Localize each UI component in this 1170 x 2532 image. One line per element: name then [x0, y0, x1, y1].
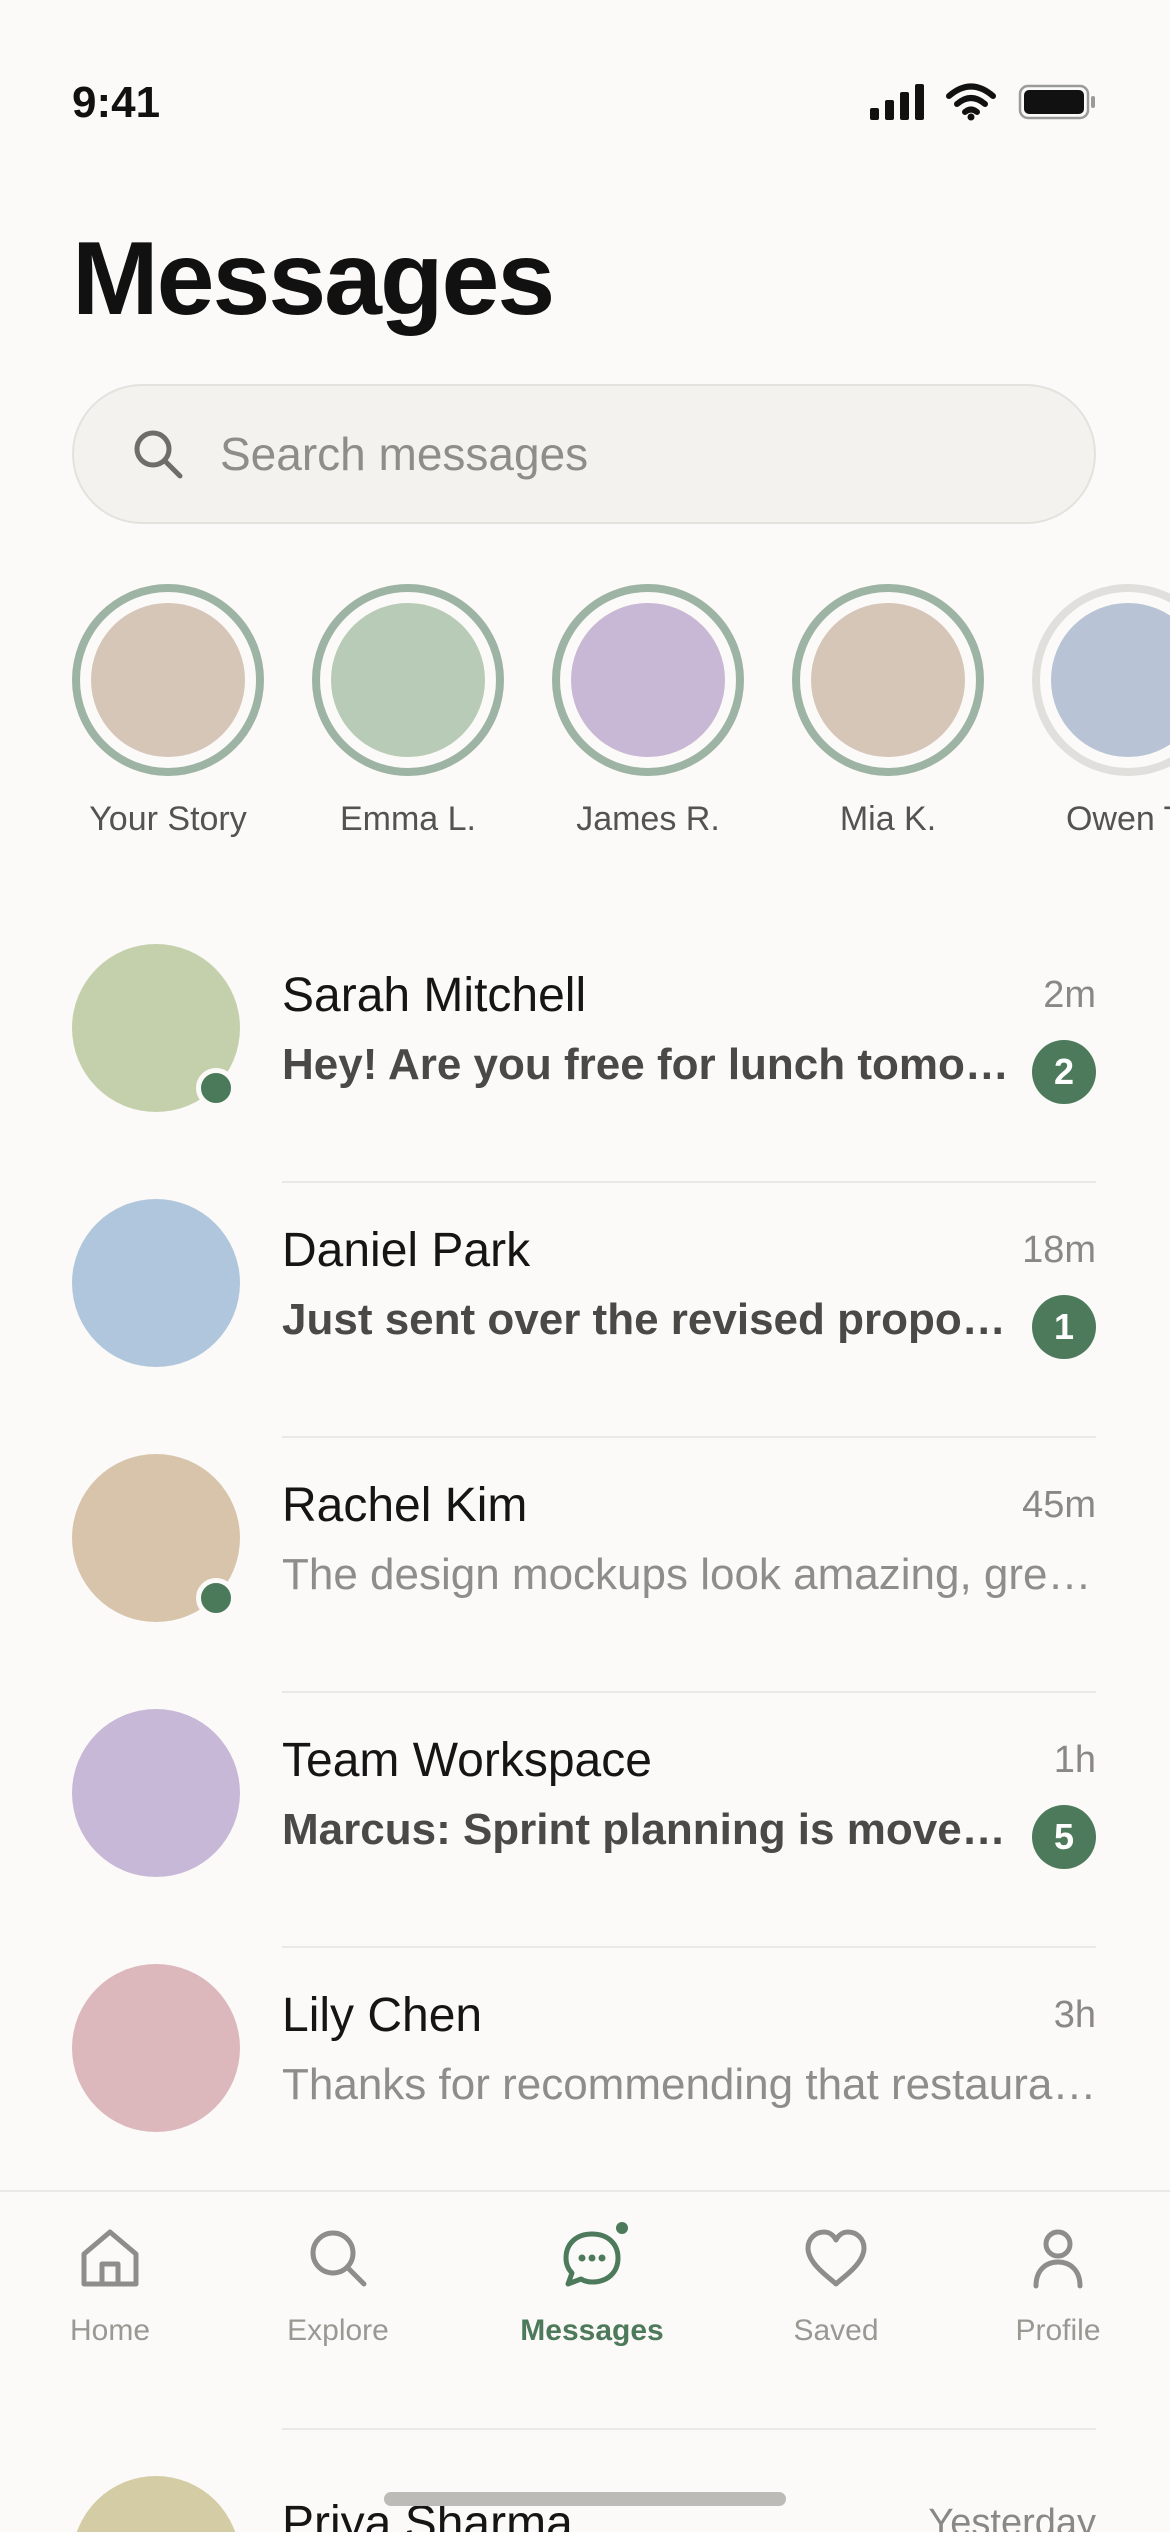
message-time: 45m — [1022, 1484, 1096, 1526]
tab-messages[interactable]: Messages — [492, 2222, 692, 2348]
message-preview: Marcus: Sprint planning is moved to Thur… — [282, 1805, 1022, 1854]
message-time: 1h — [1053, 1739, 1096, 1781]
search-icon — [310, 2230, 367, 2287]
message-preview: Hey! Are you free for lunch tomorrow? — [282, 1040, 1022, 1089]
person-icon — [1033, 2229, 1083, 2289]
wifi-icon — [946, 83, 996, 121]
conversation-row[interactable]: Team Workspace 1h Marcus: Sprint planning … — [0, 1693, 1170, 1948]
message-time: 18m — [1022, 1229, 1096, 1271]
message-preview: The design mockups look amazing, great w… — [282, 1550, 1097, 1599]
message-time: 2m — [1043, 974, 1096, 1016]
story-name: Your Story — [89, 800, 247, 838]
conversation-row[interactable]: Sarah Mitchell 2m Hey! Are you free for lu… — [0, 928, 1170, 1183]
conversation-row[interactable]: Lily Chen 3h Thanks for recommending that … — [0, 1948, 1170, 2203]
list-item-partial[interactable]: Priya Sharma Yesterday — [0, 2420, 1170, 2532]
story-ring — [312, 584, 504, 776]
story-item[interactable]: Owen T. — [1032, 584, 1170, 854]
avatar — [72, 1964, 240, 2132]
tab-saved[interactable]: Saved — [736, 2222, 936, 2348]
heart-icon — [805, 2229, 867, 2287]
avatar — [72, 1709, 240, 1877]
contact-name: Lily Chen — [282, 1989, 483, 2042]
tab-home[interactable]: Home — [10, 2222, 210, 2348]
avatar — [85, 597, 251, 763]
unread-badge: 5 — [1032, 1805, 1096, 1869]
search-icon — [134, 430, 183, 479]
contact-name: Daniel Park — [282, 1224, 531, 1277]
chat-bubble-icon — [563, 2222, 628, 2287]
online-status-dot — [196, 1068, 236, 1108]
contact-name: Team Workspace — [282, 1734, 652, 1787]
battery-icon — [1018, 84, 1095, 120]
conversation-row[interactable]: Rachel Kim 45m The design mockups look ama… — [0, 1438, 1170, 1693]
story-name: Owen T. — [1065, 800, 1170, 838]
conversation-list: Sarah Mitchell 2m Hey! Are you free for lu… — [0, 928, 1170, 2203]
avatar — [565, 597, 731, 763]
unread-badge: 1 — [1032, 1295, 1096, 1359]
status-icons — [870, 80, 1098, 124]
cellular-signal-icon — [870, 84, 924, 120]
search-bar[interactable] — [72, 384, 1096, 524]
contact-name: Rachel Kim — [282, 1479, 528, 1532]
online-status-dot — [196, 1578, 236, 1618]
avatar — [1045, 597, 1170, 763]
message-preview: Thanks for recommending that restaurant! — [282, 2060, 1097, 2109]
stories-row: Your Story Emma L. James R. Mia K. Owen T. — [72, 584, 1170, 854]
tab-label: Saved — [793, 2314, 879, 2347]
home-icon — [81, 2229, 139, 2287]
story-item[interactable]: James R. — [552, 584, 744, 854]
story-ring — [1032, 584, 1170, 776]
tab-label: Profile — [1015, 2314, 1101, 2347]
avatar — [325, 597, 491, 763]
message-time: 3h — [1053, 1994, 1096, 2036]
message-preview: Just sent over the revised proposal — [282, 1295, 1022, 1344]
story-ring — [792, 584, 984, 776]
tab-label: Messages — [520, 2314, 664, 2347]
tab-profile[interactable]: Profile — [958, 2222, 1158, 2348]
page-title: Messages — [72, 221, 555, 337]
story-item[interactable]: Emma L. — [312, 584, 504, 854]
tab-explore[interactable]: Explore — [238, 2222, 438, 2348]
message-time: Yesterday — [928, 2502, 1096, 2532]
avatar — [805, 597, 971, 763]
contact-name: Sarah Mitchell — [282, 969, 587, 1022]
avatar — [72, 2476, 240, 2532]
tab-label: Home — [69, 2314, 151, 2347]
status-time: 9:41 — [72, 78, 161, 127]
story-item[interactable]: Mia K. — [792, 584, 984, 854]
tab-bar: Home Explore Messages Saved Profile — [0, 2190, 1170, 2422]
story-name: James R. — [576, 800, 720, 838]
story-ring — [552, 584, 744, 776]
tab-label: Explore — [287, 2314, 389, 2347]
home-indicator — [384, 2492, 786, 2506]
story-name: Emma L. — [339, 800, 477, 838]
search-input[interactable] — [218, 426, 1022, 482]
avatar — [72, 1199, 240, 1367]
story-name: Mia K. — [839, 800, 937, 838]
status-bar: 9:41 — [0, 0, 1170, 200]
divider — [282, 2428, 1096, 2430]
unread-badge: 2 — [1032, 1040, 1096, 1104]
story-item[interactable]: Your Story — [72, 584, 264, 854]
conversation-row[interactable]: Daniel Park 18m Just sent over the revised… — [0, 1183, 1170, 1438]
story-ring — [72, 584, 264, 776]
